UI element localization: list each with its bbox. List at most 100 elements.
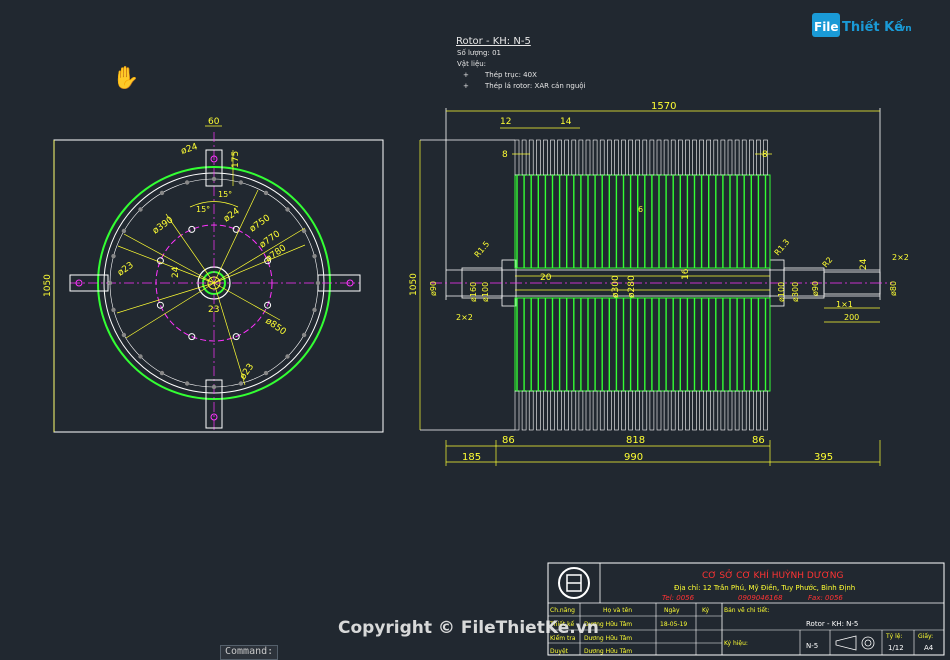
drawing-code: N-5	[806, 642, 818, 650]
size-label: Giấy:	[918, 633, 933, 640]
blade-outer	[720, 390, 726, 431]
blade-outer	[677, 139, 683, 176]
mid-hole	[156, 301, 164, 309]
dim-hole-dia: ø24	[180, 142, 199, 157]
row3-name: Dương Hữu Tâm	[584, 648, 632, 655]
blade-outer	[635, 390, 641, 431]
dim-24: 24	[859, 258, 869, 270]
dim-angle-1: 15°	[218, 190, 232, 199]
blade-outer	[557, 139, 562, 176]
dim-r15: R1.5	[473, 239, 492, 259]
dim-d300-right: ø300	[791, 282, 800, 302]
logo-name: Thiết Kế	[842, 20, 903, 35]
blade-outer	[578, 390, 584, 431]
dim-2x2-right: 2×2	[892, 253, 909, 262]
dim-top-width: 60	[208, 117, 220, 127]
dim-1x1: 1×1	[836, 300, 853, 309]
row1-date: 18-05-19	[660, 621, 687, 628]
blade-outer	[692, 390, 697, 431]
blade-outer	[663, 390, 669, 431]
hdr-sign: Ký	[702, 607, 709, 614]
blade-outer	[713, 139, 719, 176]
side-view: 1570 12 14 8 8 6 R1.5 R1.3 R2 24 2×2 20 …	[409, 101, 909, 466]
blade-outer	[685, 139, 690, 176]
blade-outer	[621, 390, 626, 431]
blade-outer	[621, 139, 626, 176]
blade-outer	[656, 139, 662, 176]
logo-suffix: .vn	[896, 24, 912, 34]
dim-d90-right: ø90	[811, 281, 820, 296]
bolt-hole	[312, 253, 317, 259]
dim-395: 395	[814, 452, 833, 463]
dim-d24c: 24	[171, 266, 181, 278]
bolt-hole	[301, 332, 307, 338]
bolt-hole	[312, 307, 317, 313]
dim-818: 818	[626, 435, 645, 446]
notes-qty: Số lượng: 01	[457, 49, 501, 57]
dim-d23b: 23	[208, 305, 219, 315]
front-frame	[53, 139, 384, 433]
code-label: Ký hiệu:	[724, 640, 748, 647]
title-block: CƠ SỞ CƠ KHÍ HUỲNH DƯƠNG Địa chỉ: 12 Trầ…	[547, 562, 945, 656]
mid-hole	[188, 225, 196, 233]
dim-d24b: ø24	[222, 206, 242, 224]
dim-front-height: 1050	[43, 274, 53, 297]
notes-title: Rotor - KH: N-5	[456, 36, 531, 47]
dim-86-left: 86	[502, 435, 515, 446]
bolt-hole	[211, 176, 217, 182]
blade-outer	[656, 390, 662, 431]
bolt-hole	[121, 332, 127, 338]
bolt-hole	[238, 381, 244, 386]
pan-hand-icon[interactable]: ✋	[112, 66, 139, 91]
blade-outer	[592, 390, 598, 431]
dim-d90-left: ø90	[429, 281, 438, 296]
dim-990: 990	[624, 452, 643, 463]
bolt-hole	[263, 190, 269, 196]
blade-outer	[514, 390, 520, 431]
blade-outer	[571, 139, 577, 176]
blade-outer	[663, 139, 669, 176]
row3-role: Duyệt	[550, 648, 569, 655]
copyright-watermark: Copyright © FileThietKe.vn	[338, 618, 599, 638]
rotor-blades	[514, 139, 768, 431]
bolt-hole	[138, 207, 143, 212]
blade-outer	[628, 390, 633, 431]
dim-d850: ø850	[263, 316, 288, 337]
dim-d80: ø80	[889, 281, 898, 296]
blade-outer	[514, 139, 520, 176]
dim-86-right: 86	[752, 435, 765, 446]
dim-2x2-left: 2×2	[456, 313, 473, 322]
company-address: Địa chỉ: 12 Trần Phú, Mỹ Điền, Tuy Phước…	[674, 584, 855, 592]
notes-item-2: Thép lá rotor: XAR cán nguội	[484, 82, 586, 90]
notes-item-1: Thép trục: 40X	[484, 71, 537, 79]
projection-symbol-icon	[835, 635, 875, 651]
blade-outer	[535, 139, 541, 176]
blade-outer	[528, 390, 534, 431]
bolt-hole	[263, 370, 269, 376]
company-fax: Fax: 0056	[808, 594, 843, 602]
dim-total: 1570	[651, 101, 676, 112]
cad-drawing-canvas[interactable]: Rotor - KH: N-5 Số lượng: 01 Vật liệu: +…	[0, 0, 950, 658]
dim-d390: ø390	[151, 215, 176, 236]
blade-outer	[699, 139, 704, 176]
blade-outer	[642, 139, 648, 176]
front-view: 60 ø24 175 15° 15° ø390 ø24 ø750 ø770 ø7…	[43, 117, 384, 433]
dim-8-right: 8	[762, 150, 768, 160]
blade-outer	[763, 390, 768, 431]
notes-bullet-1: +	[463, 71, 469, 79]
blade-outer	[649, 139, 655, 176]
filethietke-logo: File Thiết Kế .vn	[812, 13, 912, 37]
hdr-date: Ngày	[664, 607, 680, 614]
front-dims: 60 ø24 175 15° 15° ø390 ø24 ø750 ø770 ø7…	[43, 117, 289, 382]
blade-outer	[748, 139, 754, 176]
dim-side-height: 1050	[409, 273, 419, 296]
bolt-hole	[238, 180, 244, 185]
bolt-hole	[184, 180, 190, 185]
blade-outer	[585, 139, 591, 176]
blade-outer	[535, 390, 541, 431]
notes-block: Rotor - KH: N-5 Số lượng: 01 Vật liệu: +…	[456, 36, 586, 90]
blade-outer	[550, 390, 555, 431]
blade-outer	[599, 390, 605, 431]
blade-outer	[734, 390, 740, 431]
blade-outer	[670, 390, 676, 431]
